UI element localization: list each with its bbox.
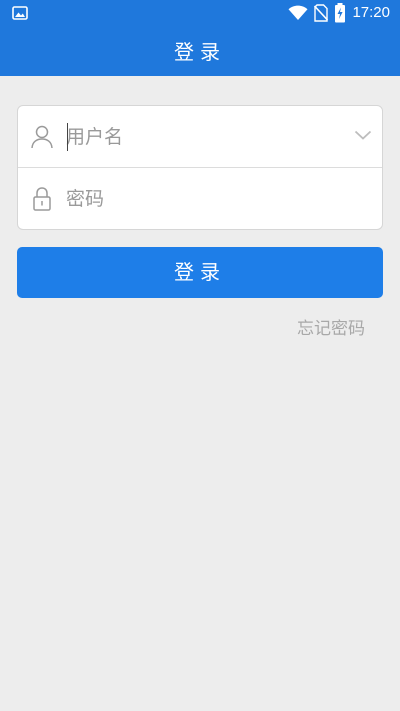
wifi-icon [288, 5, 308, 20]
login-card [17, 105, 383, 230]
password-field[interactable] [66, 182, 346, 216]
page-title: 登录 [174, 40, 226, 64]
chevron-down-icon[interactable] [354, 128, 372, 142]
username-field[interactable] [66, 120, 346, 154]
image-icon [12, 6, 28, 20]
no-sim-icon [314, 4, 329, 22]
password-row [18, 168, 382, 229]
user-icon [31, 125, 53, 149]
battery-charging-icon [335, 3, 346, 23]
status-bar: 17:20 [0, 0, 400, 26]
status-indicators: 17:20 [288, 3, 390, 23]
status-time: 17:20 [352, 4, 390, 21]
login-button[interactable]: 登录 [17, 247, 383, 298]
text-cursor [67, 123, 68, 151]
username-row [18, 106, 382, 167]
lock-icon [33, 187, 51, 211]
forgot-password-link[interactable]: 忘记密码 [297, 316, 365, 342]
app-header: 17:20 登录 [0, 0, 400, 76]
